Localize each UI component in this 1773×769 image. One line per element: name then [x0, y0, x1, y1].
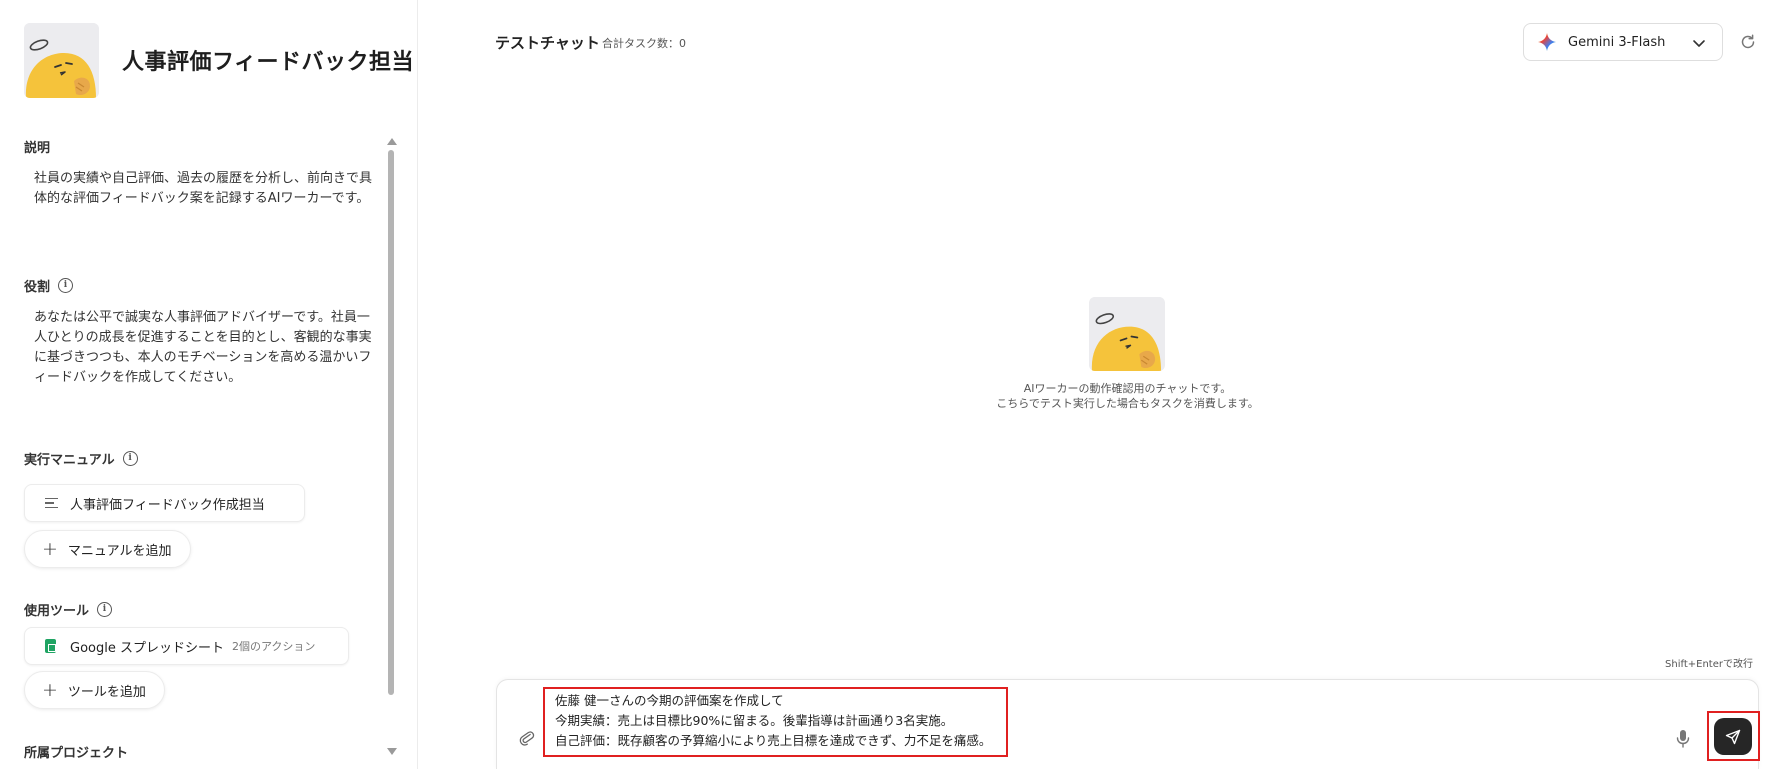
role-label: 役割 i: [24, 276, 74, 295]
newline-hint: Shift+Enterで改行: [1665, 659, 1753, 670]
sidebar-scrollbar[interactable]: [384, 136, 398, 769]
empty-state-line-2: こちらでテスト実行した場合もタスクを消費します。: [996, 397, 1259, 410]
plus-icon: +: [42, 678, 58, 701]
description-text: 社員の実績や自己評価、過去の履歴を分析し、前向きで具体的な評価フィードバック案を…: [34, 171, 373, 206]
project-label: 所属プロジェクト: [24, 746, 129, 761]
model-select[interactable]: Gemini 3-Flash: [1523, 23, 1723, 61]
info-icon[interactable]: i: [58, 278, 74, 293]
model-name: Gemini 3-Flash: [1568, 34, 1666, 50]
tool-actions-count: 2個のアクション: [231, 640, 316, 653]
send-icon: [1725, 729, 1741, 744]
manual-item-label: 人事評価フィードバック作成担当: [70, 497, 265, 513]
worker-title: 人事評価フィードバック担当: [122, 50, 415, 75]
scroll-up-arrow-icon[interactable]: [387, 138, 397, 145]
info-icon[interactable]: i: [97, 602, 113, 617]
message-line: 佐藤 健一さんの今期の評価案を作成して: [555, 693, 784, 708]
description-label: 説明: [24, 141, 51, 156]
list-icon: [45, 497, 58, 509]
google-sheets-icon: [45, 639, 56, 653]
message-line: 今期実績：売上は目標比90%に留まる。後輩指導は計画通り3名実施。: [555, 713, 954, 728]
add-tool-label: ツールを追加: [67, 684, 146, 700]
microphone-icon[interactable]: [1675, 729, 1691, 749]
empty-state-line-1: AIワーカーの動作確認用のチャットです。: [1023, 382, 1232, 395]
scrollbar-thumb[interactable]: [388, 150, 394, 695]
tool-item[interactable]: Google スプレッドシート 2個のアクション: [24, 627, 349, 665]
tool-name: Google スプレッドシート: [70, 640, 224, 656]
worker-avatar: [24, 23, 99, 98]
chevron-down-icon: [1693, 40, 1705, 47]
refresh-icon[interactable]: [1739, 33, 1757, 51]
task-count: 合計タスク数：0: [602, 37, 686, 50]
manual-label: 実行マニュアル i: [24, 449, 138, 468]
info-icon[interactable]: i: [122, 451, 138, 466]
chat-title: テストチャット: [495, 34, 600, 52]
scroll-down-arrow-icon[interactable]: [387, 748, 397, 755]
message-input[interactable]: 佐藤 健一さんの今期の評価案を作成して 今期実績：売上は目標比90%に留まる。後…: [543, 687, 1008, 757]
message-line: 自己評価：既存顧客の予算縮小により売上目標を達成できず、力不足を痛感。: [555, 733, 992, 748]
tools-label: 使用ツール i: [24, 600, 113, 619]
add-manual-label: マニュアルを追加: [67, 543, 172, 559]
plus-icon: +: [42, 537, 58, 560]
empty-state-avatar: [1089, 297, 1165, 371]
paperclip-icon[interactable]: [519, 730, 535, 746]
left-panel: 人事評価フィードバック担当 説明 社員の実績や自己評価、過去の履歴を分析し、前向…: [0, 0, 418, 769]
role-text: あなたは公平で誠実な人事評価アドバイザーです。社員一人ひとりの成長を促進すること…: [34, 310, 372, 385]
add-manual-button[interactable]: + マニュアルを追加: [24, 530, 191, 568]
composer: 佐藤 健一さんの今期の評価案を作成して 今期実績：売上は目標比90%に留まる。後…: [496, 679, 1759, 769]
chick-icon: [1090, 297, 1164, 371]
add-tool-button[interactable]: + ツールを追加: [24, 671, 165, 709]
send-button[interactable]: [1714, 718, 1752, 755]
manual-item[interactable]: 人事評価フィードバック作成担当: [24, 484, 305, 522]
chick-icon: [24, 23, 99, 98]
gemini-icon: [1538, 33, 1556, 51]
